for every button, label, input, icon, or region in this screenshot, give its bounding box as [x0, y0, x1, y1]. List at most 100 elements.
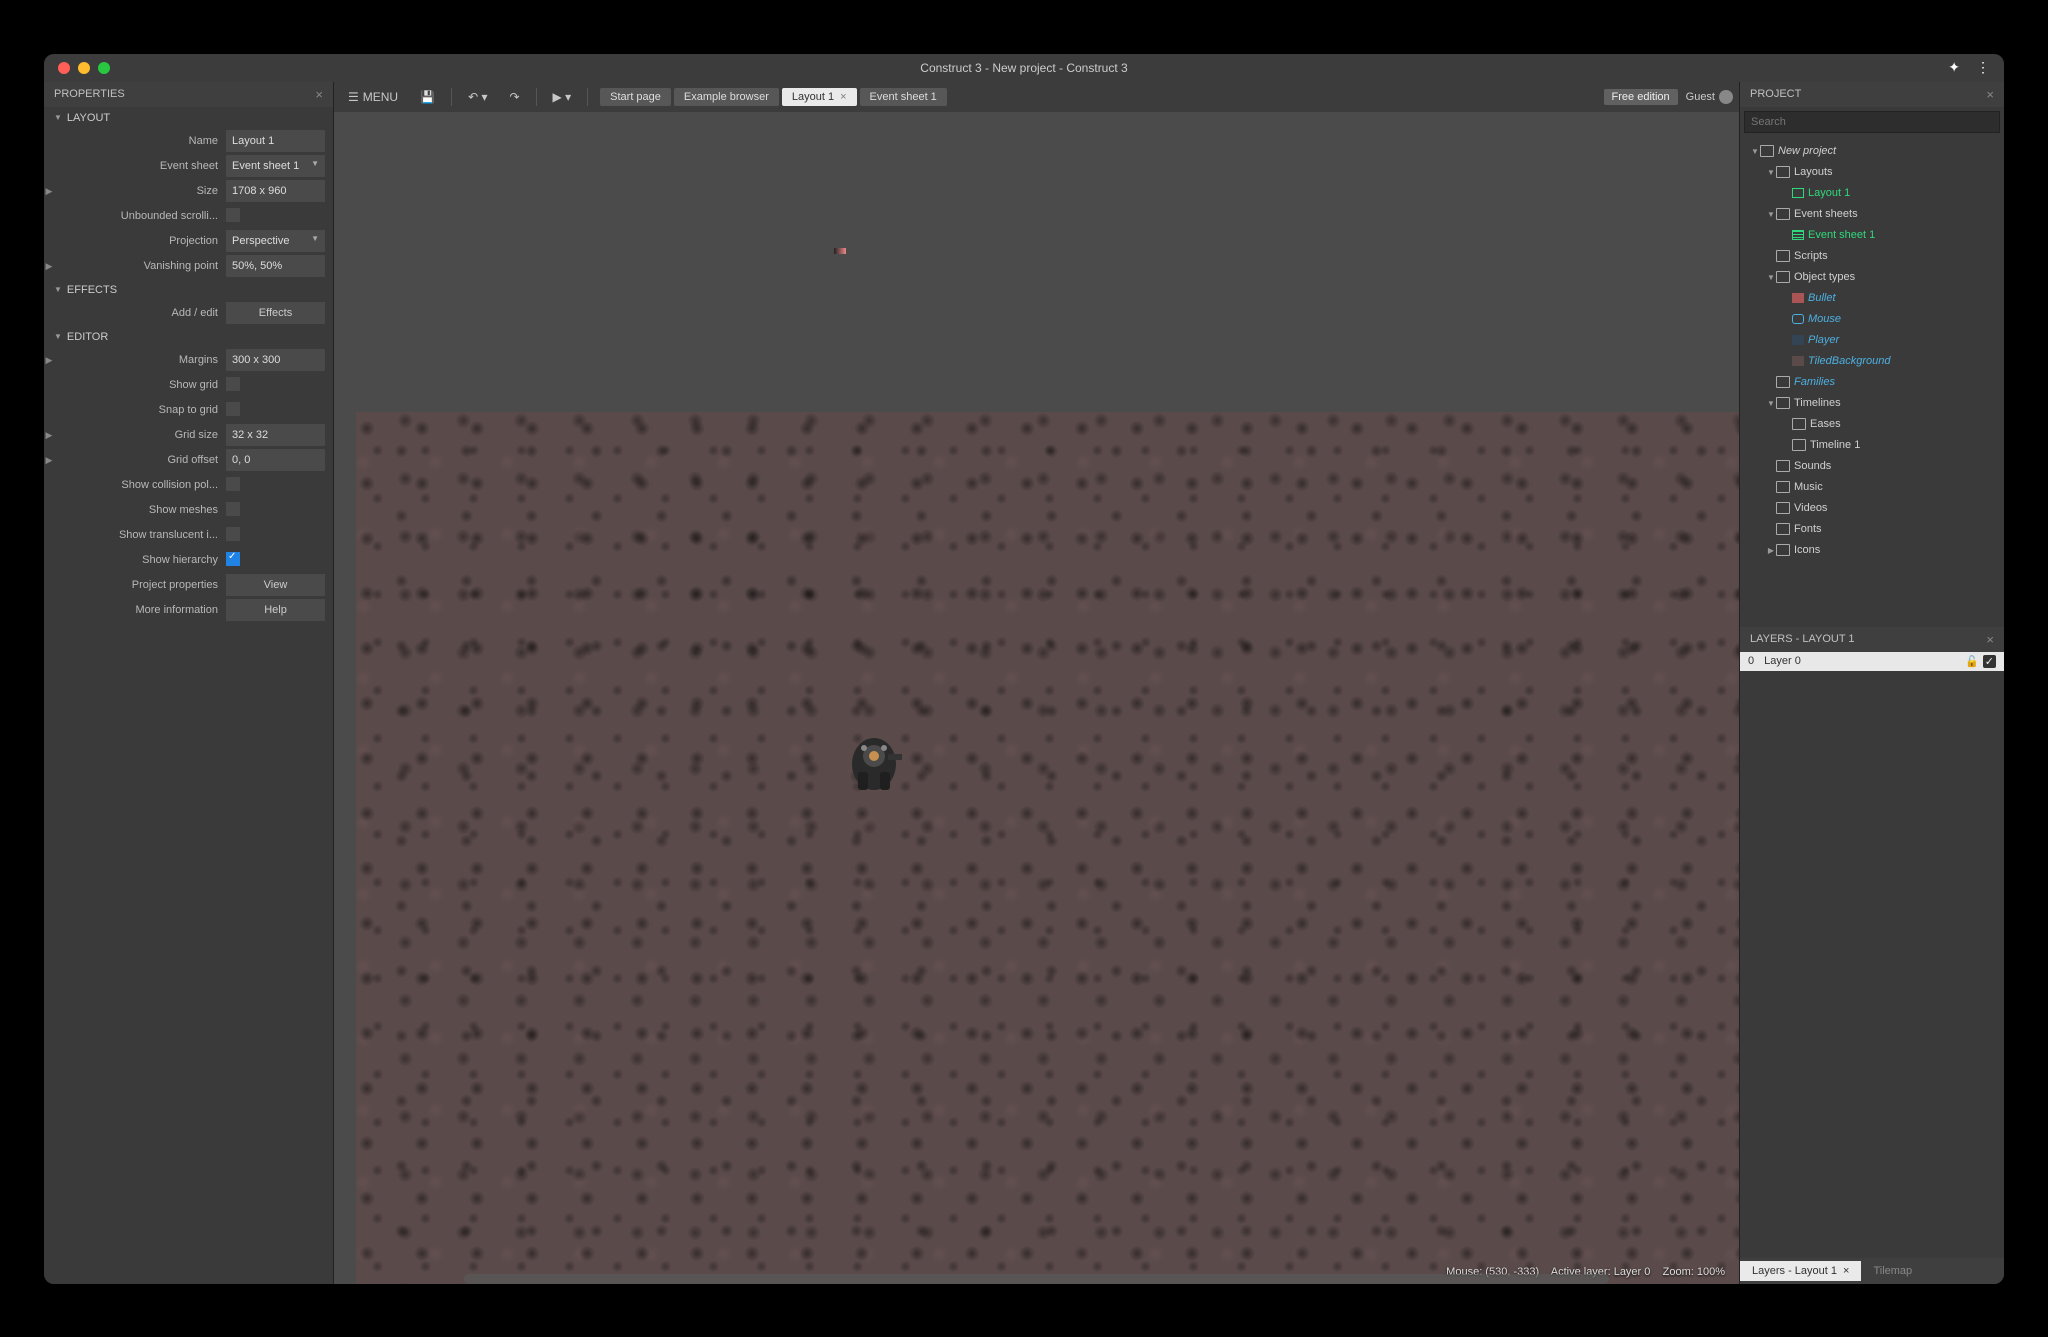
- tab-close-icon[interactable]: ×: [840, 91, 846, 103]
- project-search-input[interactable]: [1744, 111, 2000, 133]
- tab-layout-1[interactable]: Layout 1×: [782, 88, 857, 106]
- play-button[interactable]: ▶ ▾: [545, 86, 580, 108]
- tree-arrow-icon[interactable]: ▶: [1766, 542, 1776, 559]
- save-button[interactable]: 💾: [412, 86, 443, 108]
- tree-item-object-types[interactable]: ▼Object types: [1740, 267, 2004, 288]
- tree-item-music[interactable]: Music: [1740, 477, 2004, 498]
- tree-item-timelines[interactable]: ▼Timelines: [1740, 393, 2004, 414]
- expand-icon[interactable]: ▶: [44, 261, 54, 272]
- tree-item-mouse[interactable]: Mouse: [1740, 309, 2004, 330]
- close-project-icon[interactable]: ×: [1986, 87, 1994, 102]
- tab-close-icon[interactable]: ×: [1843, 1265, 1849, 1277]
- expand-icon[interactable]: ▶: [44, 430, 54, 441]
- view-button[interactable]: View: [226, 574, 325, 596]
- expand-icon[interactable]: ▶: [44, 355, 54, 366]
- tab-example-browser[interactable]: Example browser: [674, 88, 779, 106]
- redo-button[interactable]: ↷: [501, 86, 527, 108]
- layer-index: 0: [1748, 655, 1754, 667]
- tree-item-label: Player: [1808, 332, 1839, 349]
- layout-canvas[interactable]: Mouse: (530, -333) Active layer: Layer 0…: [334, 112, 1739, 1284]
- tree-item-families[interactable]: Families: [1740, 372, 2004, 393]
- properties-panel-header: PROPERTIES ×: [44, 82, 333, 107]
- effects-button[interactable]: Effects: [226, 302, 325, 324]
- obj-tiled-icon: [1792, 356, 1804, 366]
- tree-arrow-icon[interactable]: ▼: [1766, 395, 1776, 412]
- tree-item-bullet[interactable]: Bullet: [1740, 288, 2004, 309]
- tab-event-sheet-1[interactable]: Event sheet 1: [860, 88, 947, 106]
- tree-arrow-icon[interactable]: ▼: [1766, 206, 1776, 223]
- guest-account[interactable]: Guest: [1686, 90, 1733, 104]
- prop-hierarchy-check[interactable]: [226, 552, 240, 566]
- tree-item-eases[interactable]: Eases: [1740, 414, 2004, 435]
- tree-item-player[interactable]: Player: [1740, 330, 2004, 351]
- tree-arrow-icon[interactable]: ▼: [1750, 143, 1760, 160]
- prop-name-input[interactable]: [226, 130, 325, 152]
- prop-snapgrid-label: Snap to grid: [62, 404, 218, 416]
- prop-gridsize-input[interactable]: [226, 424, 325, 446]
- tree-item-label: Event sheets: [1794, 206, 1858, 223]
- close-properties-icon[interactable]: ×: [315, 87, 323, 102]
- prop-size-input[interactable]: [226, 180, 325, 202]
- tiled-background[interactable]: [356, 412, 1739, 1284]
- more-menu-icon[interactable]: ⋮: [1976, 59, 1990, 76]
- tree-item-layout-1[interactable]: Layout 1: [1740, 183, 2004, 204]
- menu-button[interactable]: ☰ MENU: [340, 86, 406, 108]
- tree-item-sounds[interactable]: Sounds: [1740, 456, 2004, 477]
- expand-icon[interactable]: ▶: [44, 186, 54, 197]
- tree-item-icons[interactable]: ▶ Icons: [1740, 540, 2004, 561]
- free-edition-badge[interactable]: Free edition: [1604, 89, 1678, 105]
- minimize-window-icon[interactable]: [78, 62, 90, 74]
- prop-showgrid-check[interactable]: [226, 377, 240, 391]
- tree-item-event-sheets[interactable]: ▼ Event sheets: [1740, 204, 2004, 225]
- tree-arrow-icon[interactable]: ▼: [1766, 164, 1776, 181]
- prop-gridoffset-input[interactable]: [226, 449, 325, 471]
- expand-icon[interactable]: ▶: [44, 455, 54, 466]
- folder-icon: [1776, 460, 1790, 472]
- tree-item-event-sheet-1[interactable]: Event sheet 1: [1740, 225, 2004, 246]
- prop-unbounded-check[interactable]: [226, 208, 240, 222]
- folder-icon: [1776, 523, 1790, 535]
- prop-meshes-check[interactable]: [226, 502, 240, 516]
- tree-item-label: Videos: [1794, 500, 1827, 517]
- tree-item-tiledbackground[interactable]: TiledBackground: [1740, 351, 2004, 372]
- section-layout[interactable]: LAYOUT: [44, 107, 333, 129]
- layer-row[interactable]: 0 Layer 0 🔓 ✓: [1740, 652, 2004, 671]
- prop-size-label: Size: [62, 185, 218, 197]
- prop-collision-check[interactable]: [226, 477, 240, 491]
- prop-projection-label: Projection: [62, 235, 218, 247]
- extension-icon[interactable]: ✦: [1948, 59, 1960, 76]
- help-button[interactable]: Help: [226, 599, 325, 621]
- tree-item-scripts[interactable]: Scripts: [1740, 246, 2004, 267]
- visibility-icon[interactable]: ✓: [1983, 655, 1996, 668]
- bullet-sprite[interactable]: [834, 248, 846, 254]
- tree-item-timeline-1[interactable]: Timeline 1: [1740, 435, 2004, 456]
- lock-icon[interactable]: 🔓: [1965, 655, 1979, 668]
- tree-item-fonts[interactable]: Fonts: [1740, 519, 2004, 540]
- prop-margins-input[interactable]: [226, 349, 325, 371]
- layers-bottom-tabs: Layers - Layout 1×Tilemap: [1740, 1258, 2004, 1284]
- prop-snapgrid-check[interactable]: [226, 402, 240, 416]
- prop-addedit-label: Add / edit: [62, 307, 218, 319]
- tree-item-layouts[interactable]: ▼Layouts: [1740, 162, 2004, 183]
- tab-start-page[interactable]: Start page: [600, 88, 671, 106]
- section-effects[interactable]: EFFECTS: [44, 279, 333, 301]
- prop-vanishing-input[interactable]: [226, 255, 325, 277]
- player-sprite[interactable]: [844, 726, 904, 796]
- close-layers-icon[interactable]: ×: [1986, 632, 1994, 647]
- horizontal-scrollbar[interactable]: [464, 1274, 1609, 1284]
- undo-button[interactable]: ↶ ▾: [460, 86, 495, 108]
- prop-translucent-check[interactable]: [226, 527, 240, 541]
- bottom-tab-layers-layout-1[interactable]: Layers - Layout 1×: [1740, 1261, 1861, 1281]
- close-window-icon[interactable]: [58, 62, 70, 74]
- tree-item-label: Eases: [1810, 416, 1841, 433]
- tree-item-videos[interactable]: Videos: [1740, 498, 2004, 519]
- tree-item-label: Icons: [1794, 542, 1820, 559]
- bottom-tab-tilemap[interactable]: Tilemap: [1861, 1261, 1924, 1281]
- layers-panel: 0 Layer 0 🔓 ✓ Layers - Layout 1×Tilemap: [1740, 652, 2004, 1284]
- tree-item-new-project[interactable]: ▼New project: [1740, 141, 2004, 162]
- maximize-window-icon[interactable]: [98, 62, 110, 74]
- section-editor[interactable]: EDITOR: [44, 326, 333, 348]
- obj-player-icon: [1792, 335, 1804, 345]
- tree-arrow-icon[interactable]: ▼: [1766, 269, 1776, 286]
- prop-moreinfo-label: More information: [62, 604, 218, 616]
